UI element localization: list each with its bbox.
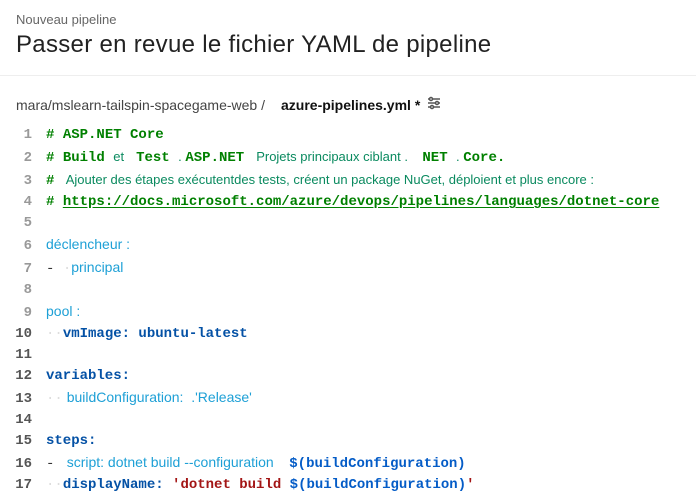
- code-line-16[interactable]: 16 - script: dotnet build --configuratio…: [0, 452, 696, 475]
- code-line-8[interactable]: 8: [0, 280, 696, 301]
- comment-hash: #: [46, 192, 63, 213]
- code-line-13[interactable]: 13 ·· buildConfiguration: .'Release': [0, 387, 696, 410]
- yaml-string: 'dotnet build: [164, 475, 290, 496]
- comment-text: ASP.NET: [185, 148, 252, 169]
- line-number: 8: [0, 280, 46, 301]
- line-number: 10: [0, 324, 46, 345]
- line-number: 11: [0, 345, 46, 366]
- code-line-17[interactable]: 17 ··displayName: 'dotnet build $(buildC…: [0, 475, 696, 496]
- code-line-9[interactable]: 9 pool :: [0, 301, 696, 324]
- indent-guide: ·: [54, 324, 62, 345]
- comment-text: .: [401, 146, 423, 167]
- line-number: 3: [0, 171, 46, 192]
- code-line-12[interactable]: 12 variables:: [0, 366, 696, 387]
- comment-text: des tests, créent un package NuGet, dépl…: [234, 169, 594, 190]
- comment-text: Test: [128, 148, 178, 169]
- comment-text: NET: [422, 148, 456, 169]
- modified-indicator: *: [415, 97, 420, 113]
- filename-text: azure-pipelines.yml: [281, 97, 411, 113]
- code-line-5[interactable]: 5: [0, 213, 696, 234]
- yaml-key: displayName:: [63, 475, 164, 496]
- yaml-string: ': [466, 475, 474, 496]
- page-header: Nouveau pipeline Passer en revue le fich…: [0, 0, 696, 76]
- comment-hash: #: [46, 148, 63, 169]
- code-line-7[interactable]: 7 - ·principal: [0, 257, 696, 280]
- comment-hash: #: [46, 171, 63, 192]
- yaml-key: vmImage:: [63, 324, 130, 345]
- yaml-key: script: dotnet build --configuration: [63, 452, 289, 473]
- yaml-expression: $(buildConfiguration): [290, 475, 466, 496]
- yaml-dash: -: [46, 454, 63, 475]
- line-number: 6: [0, 236, 46, 257]
- comment-text: et: [113, 146, 127, 167]
- settings-icon[interactable]: [426, 96, 442, 113]
- line-number: 15: [0, 431, 46, 452]
- comment-link[interactable]: https://docs.microsoft.com/azure/devops/…: [63, 192, 660, 213]
- code-line-14[interactable]: 14: [0, 410, 696, 431]
- yaml-value: principal: [71, 257, 123, 278]
- line-number: 4: [0, 192, 46, 213]
- indent-guide: ·: [46, 324, 54, 345]
- comment-text: Ajouter des étap: [63, 169, 161, 190]
- header-sublabel: Nouveau pipeline: [16, 12, 680, 27]
- code-line-4[interactable]: 4 # https://docs.microsoft.com/azure/dev…: [0, 192, 696, 213]
- indent-guide: ·: [46, 389, 54, 410]
- yaml-key: pool :: [46, 301, 80, 322]
- line-number: 9: [0, 303, 46, 324]
- line-number: 17: [0, 475, 46, 496]
- line-number: 2: [0, 148, 46, 169]
- breadcrumb-repo-path[interactable]: mara/mslearn-tailspin-spacegame-web /: [16, 97, 265, 113]
- yaml-value: ubuntu-latest: [130, 324, 248, 345]
- breadcrumb: mara/mslearn-tailspin-spacegame-web / az…: [0, 76, 696, 125]
- yaml-dash: -: [46, 259, 63, 280]
- indent-guide: ·: [46, 475, 54, 496]
- code-line-10[interactable]: 10 ··vmImage: ubuntu-latest: [0, 324, 696, 345]
- comment-text: Projets principaux ciblant: [253, 146, 401, 167]
- line-number: 13: [0, 389, 46, 410]
- code-line-1[interactable]: 1 # ASP.NET Core: [0, 125, 696, 146]
- comment-text: exécutent: [178, 169, 234, 190]
- comment-text: .: [178, 146, 185, 167]
- line-number: 7: [0, 259, 46, 280]
- indent-guide: ·: [63, 259, 71, 280]
- line-number: 16: [0, 454, 46, 475]
- yaml-key: steps:: [46, 431, 96, 452]
- yaml-key: variables:: [46, 366, 130, 387]
- code-line-2[interactable]: 2 # Build et Test . ASP.NET Projets prin…: [0, 146, 696, 169]
- code-editor[interactable]: 1 # ASP.NET Core 2 # Build et Test . ASP…: [0, 125, 696, 504]
- yaml-key: déclencheur :: [46, 234, 130, 255]
- code-line-11[interactable]: 11: [0, 345, 696, 366]
- yaml-key: buildConfiguration:: [63, 387, 188, 408]
- code-line-6[interactable]: 6 déclencheur :: [0, 234, 696, 257]
- line-number: 5: [0, 213, 46, 234]
- comment-text: .: [456, 146, 463, 167]
- comment-text: es: [160, 169, 177, 190]
- code-line-15[interactable]: 15 steps:: [0, 431, 696, 452]
- yaml-value: .'Release': [187, 387, 252, 408]
- breadcrumb-filename[interactable]: azure-pipelines.yml *: [281, 97, 420, 113]
- code-line-3[interactable]: 3 # Ajouter des étapes exécutentdes test…: [0, 169, 696, 192]
- line-number: 1: [0, 125, 46, 146]
- yaml-expression: $(buildConfiguration): [289, 454, 465, 475]
- indent-guide: ·: [54, 475, 62, 496]
- comment-hash: #: [46, 125, 63, 146]
- comment-text: Build: [63, 148, 113, 169]
- comment-text: Core.: [463, 148, 505, 169]
- line-number: 12: [0, 366, 46, 387]
- indent-guide: ·: [54, 389, 62, 410]
- line-number: 14: [0, 410, 46, 431]
- page-title: Passer en revue le fichier YAML de pipel…: [16, 31, 680, 59]
- comment-text: ASP.NET Core: [63, 125, 164, 146]
